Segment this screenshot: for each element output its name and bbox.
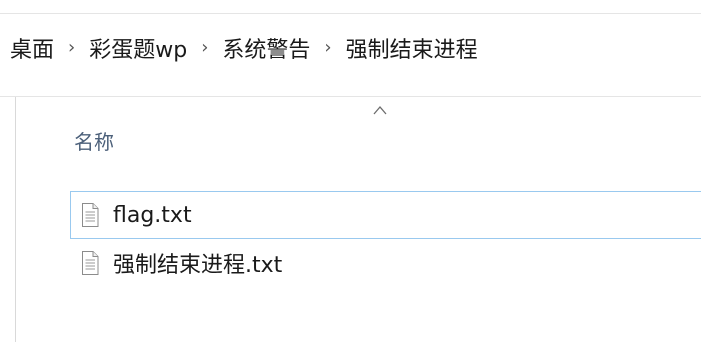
breadcrumb: 桌面 › 彩蛋题wp › 系统警告 › 强制结束进程 — [10, 28, 478, 68]
breadcrumb-separator-icon[interactable]: › — [201, 37, 208, 58]
text-file-icon — [82, 251, 99, 275]
breadcrumb-item-desktop[interactable]: 桌面 — [10, 32, 54, 64]
file-name: 强制结束进程.txt — [113, 253, 283, 278]
file-explorer-window: 桌面 › 彩蛋题wp › 系统警告 › 强制结束进程 名称 flag.txt 强… — [0, 0, 701, 342]
file-list: flag.txt 强制结束进程.txt — [70, 191, 701, 287]
list-item-force-kill-process-txt[interactable]: 强制结束进程.txt — [70, 239, 701, 287]
column-header-name[interactable]: 名称 — [74, 126, 114, 155]
navigation-pane-border — [15, 97, 16, 342]
file-name: flag.txt — [113, 202, 192, 228]
text-file-icon — [82, 203, 99, 227]
top-divider — [0, 13, 701, 14]
header-divider — [0, 96, 701, 97]
breadcrumb-item-easter-egg-wp[interactable]: 彩蛋题wp — [89, 32, 187, 64]
breadcrumb-item-force-kill-process[interactable]: 强制结束进程 — [346, 32, 478, 64]
breadcrumb-separator-icon[interactable]: › — [68, 37, 75, 58]
breadcrumb-item-system-warning[interactable]: 系统警告 — [222, 32, 310, 64]
list-item-flag-txt[interactable]: flag.txt — [70, 191, 701, 239]
chevron-up-icon[interactable] — [373, 104, 387, 118]
breadcrumb-separator-icon[interactable]: › — [324, 37, 331, 58]
